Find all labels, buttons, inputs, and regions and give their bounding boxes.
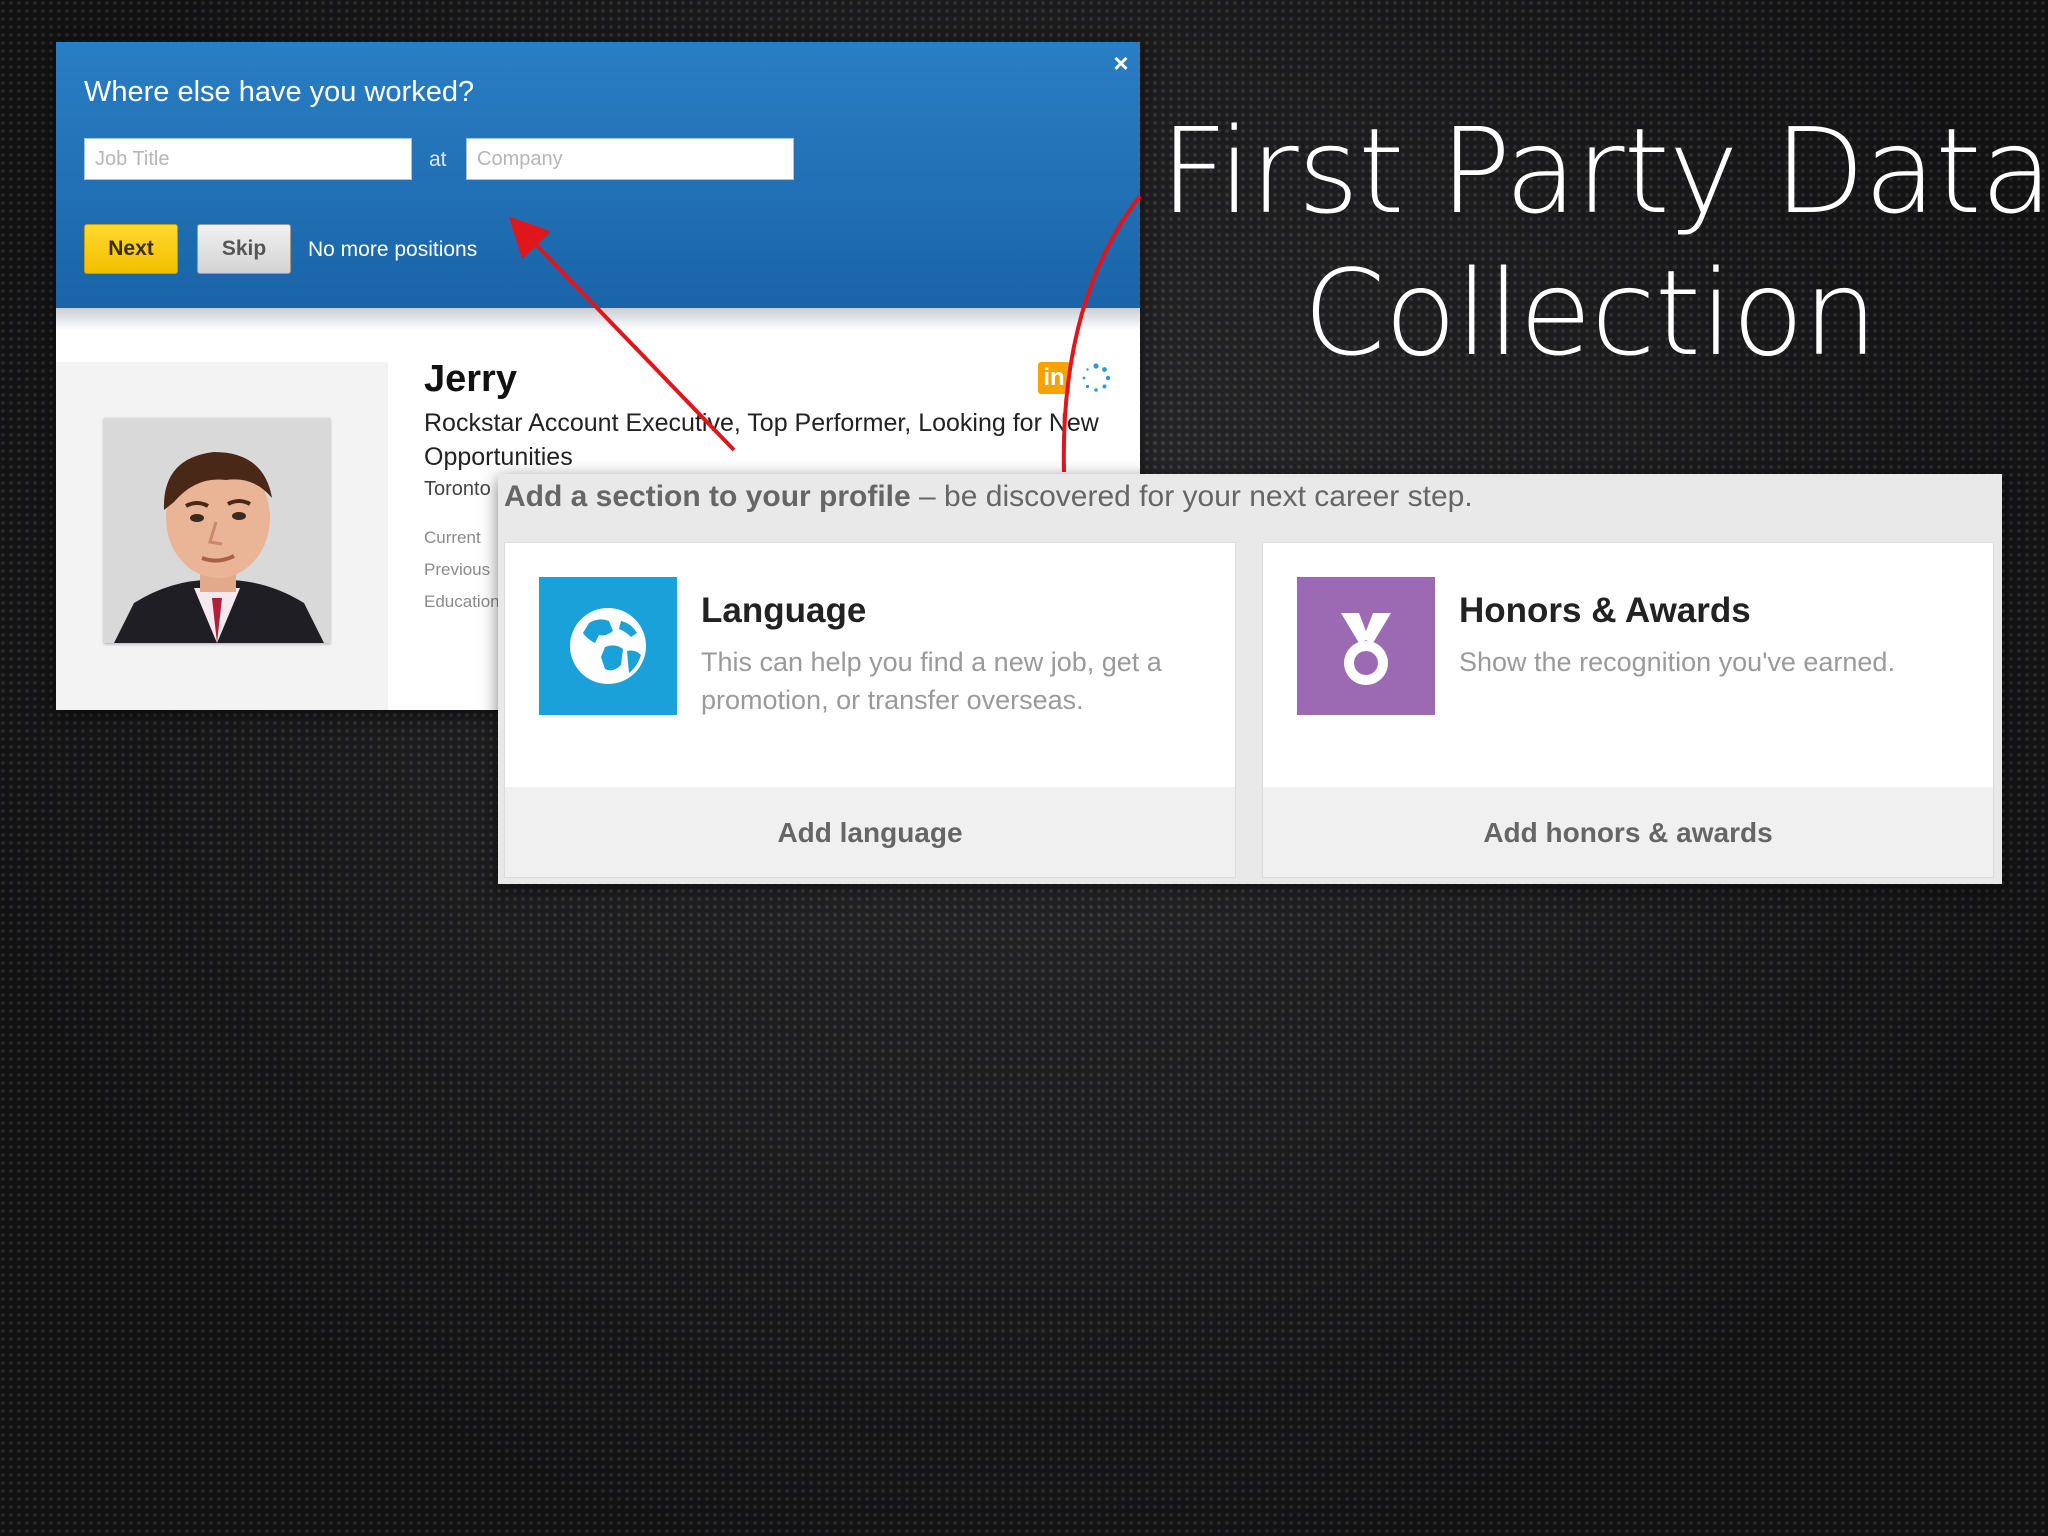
add-section-header-rest: – be discovered for your next career ste… [910,480,1473,513]
profile-location: Toronto [424,478,491,500]
prompt-title: Where else have you worked? [84,76,475,108]
next-button[interactable]: Next [84,224,178,274]
language-card-title: Language [701,591,867,630]
honors-card-title: Honors & Awards [1459,591,1751,630]
no-more-positions-link[interactable]: No more positions [308,238,477,262]
slide-title: First Party Data Collection [1160,100,2048,384]
avatar[interactable] [104,418,330,643]
at-label: at [429,148,447,171]
add-section-header-bold: Add a section to your profile [504,480,911,513]
meta-label-previous: Previous [424,560,491,579]
meta-label-current: Current [424,528,481,547]
globe-icon [570,608,646,684]
positions-prompt: × Where else have you worked? at Next Sk… [56,42,1140,308]
slide-title-line-2: Collection [1303,244,1878,382]
add-language-button[interactable]: Add language [505,787,1235,877]
profile-headline: Rockstar Account Executive, Top Performe… [424,409,1099,471]
language-card: Language This can help you find a new jo… [504,542,1236,878]
add-section-header: Add a section to your profile – be disco… [504,480,1473,514]
linkedin-badge-icon: in [1038,362,1070,394]
add-section-panel: Add a section to your profile – be disco… [498,474,2002,884]
company-input[interactable] [466,138,794,180]
job-title-input[interactable] [84,138,412,180]
spinner-icon [1082,363,1111,392]
add-honors-button[interactable]: Add honors & awards [1263,787,1993,877]
meta-label-education: Education [424,592,500,611]
avatar-portrait [104,418,330,643]
skip-button[interactable]: Skip [197,224,291,274]
honors-icon-tile [1297,577,1435,715]
medal-icon [1341,613,1391,685]
profile-name: Jerry [424,358,517,400]
slide-title-line-1: First Party Data [1160,102,2048,240]
prompt-bar-shadow [56,308,1140,330]
honors-card-description: Show the recognition you've earned. [1459,647,1895,677]
language-icon-tile [539,577,677,715]
language-card-description: This can help you find a new job, get a … [701,647,1162,715]
close-icon[interactable]: × [1108,48,1134,78]
honors-card: Honors & Awards Show the recognition you… [1262,542,1994,878]
